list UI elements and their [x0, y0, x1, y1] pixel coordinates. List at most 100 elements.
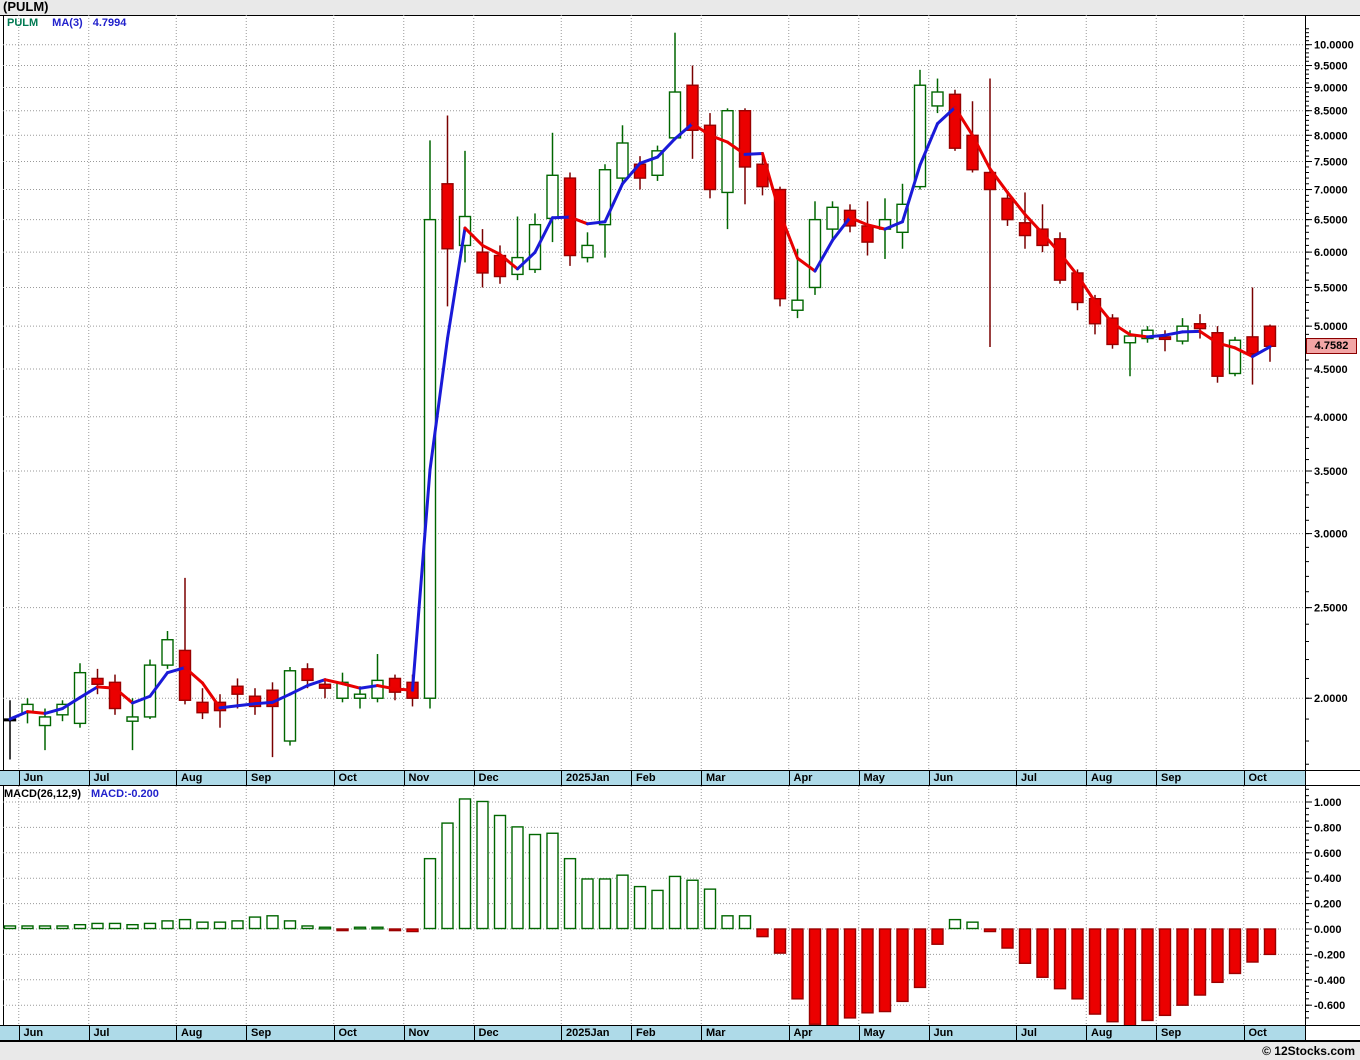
macd-bar — [73, 923, 87, 930]
macd-bar — [1036, 928, 1049, 978]
macd-bar — [528, 833, 542, 930]
price-chart: 10.0000 9.5000 9.0000 8.5000 8.0000 7.5000 7.0… — [0, 15, 1360, 770]
month-label: 2025Jan — [566, 1027, 610, 1039]
candle-down — [301, 668, 314, 682]
price-axis-label: 7.5000 — [1314, 157, 1348, 169]
macd-bar — [143, 922, 157, 930]
macd-axis-label: 1.000 — [1314, 797, 1342, 809]
month-label: Oct — [338, 772, 357, 784]
ma-line-segment — [393, 687, 414, 692]
candle-down — [1018, 222, 1032, 237]
macd-bar — [1158, 928, 1172, 1017]
macd-bar — [878, 928, 892, 1013]
month-label: Jul — [93, 1027, 110, 1039]
ma-line-segment — [96, 685, 117, 690]
macd-legend: MACD(26,12,9) MACD:-0.200 — [4, 788, 159, 800]
macd-bar — [633, 885, 647, 930]
month-tick — [176, 1026, 178, 1040]
candle-down — [476, 251, 489, 274]
month-tick — [18, 1026, 20, 1040]
macd-bar — [1176, 928, 1189, 1006]
month-label: Nov — [408, 1027, 430, 1039]
macd-bar — [441, 822, 454, 930]
month-label: Jul — [1021, 772, 1037, 784]
month-label: Dec — [478, 1027, 499, 1039]
price-chart-legend: PULM MA(3) 4.7994 — [7, 17, 126, 29]
candle-down — [738, 109, 752, 168]
month-tick — [246, 1026, 248, 1040]
macd-bar — [808, 928, 822, 1025]
price-axis-label: 10.0000 — [1314, 40, 1354, 52]
candle-down — [773, 188, 787, 300]
macd-bar — [493, 814, 507, 930]
month-label: Aug — [181, 772, 203, 784]
macd-bar — [91, 922, 104, 930]
candle-up — [161, 639, 174, 666]
macd-bar — [546, 832, 559, 930]
month-label: Sep — [251, 772, 272, 784]
macd-bar — [1071, 928, 1084, 1000]
month-tick — [333, 1026, 335, 1040]
month-tick — [18, 771, 20, 785]
candle-down — [318, 683, 332, 689]
month-tick — [701, 1026, 703, 1040]
macd-axis-label: 0.600 — [1314, 848, 1342, 860]
month-tick — [473, 1026, 475, 1040]
macd-bar — [108, 922, 122, 930]
macd-bar — [458, 798, 472, 930]
candle-down — [1263, 325, 1277, 347]
legend-ma-label: MA(3) — [52, 17, 83, 29]
macd-bar — [161, 920, 174, 930]
month-label: Apr — [793, 772, 813, 784]
price-axis-label: 4.5000 — [1314, 364, 1348, 376]
macd-axis-label: -0.600 — [1314, 1000, 1345, 1012]
macd-axis-label: 0.000 — [1314, 924, 1342, 936]
month-tick — [88, 771, 90, 785]
macd-bar — [196, 921, 209, 930]
month-label: Jun — [23, 1027, 44, 1039]
macd-bar — [791, 928, 804, 1000]
macd-bar — [283, 920, 297, 930]
macd-bar — [1263, 928, 1277, 956]
month-label: Apr — [793, 1027, 813, 1039]
macd-bar — [931, 928, 944, 945]
price-axis-label: 8.0000 — [1314, 130, 1348, 142]
candle-up — [581, 244, 594, 259]
month-label: Nov — [408, 772, 430, 784]
month-tick — [473, 771, 475, 785]
candle-up — [616, 142, 629, 179]
price-axis-label: 6.5000 — [1314, 215, 1348, 227]
candle-down — [91, 677, 104, 685]
price-axis-label: 3.5000 — [1314, 466, 1348, 478]
month-label: Feb — [636, 1027, 656, 1039]
macd-legend-value: MACD:-0.200 — [91, 788, 159, 800]
month-tick — [1016, 1026, 1018, 1040]
month-tick — [928, 771, 930, 785]
legend-ma-value: 4.7994 — [92, 17, 127, 29]
macd-bar — [56, 925, 69, 930]
month-tick — [246, 771, 248, 785]
candle-down — [948, 93, 962, 149]
month-label: Jun — [933, 1027, 954, 1039]
macd-axis-label: 0.800 — [1314, 822, 1342, 834]
candle-up — [791, 299, 804, 311]
macd-bar — [38, 925, 52, 930]
month-tick — [1016, 771, 1018, 785]
month-label: Sep — [1161, 1027, 1182, 1039]
macd-bar — [1106, 928, 1119, 1023]
month-label: Jul — [1021, 1027, 1037, 1039]
page-title: (PULM) — [3, 0, 49, 14]
macd-bar — [301, 925, 314, 930]
candle-down — [231, 685, 244, 695]
candle-up — [1228, 339, 1242, 375]
candle-down — [178, 649, 192, 701]
candle-up — [371, 679, 384, 699]
macd-bar — [248, 916, 262, 930]
ma-line-segment — [1146, 333, 1167, 339]
ma-line-segment — [586, 220, 607, 226]
legend-symbol: PULM — [7, 17, 39, 29]
month-label: Mar — [706, 772, 726, 784]
macd-bar — [948, 918, 962, 930]
macd-bar — [1123, 928, 1137, 1025]
macd-bar — [1193, 928, 1207, 996]
